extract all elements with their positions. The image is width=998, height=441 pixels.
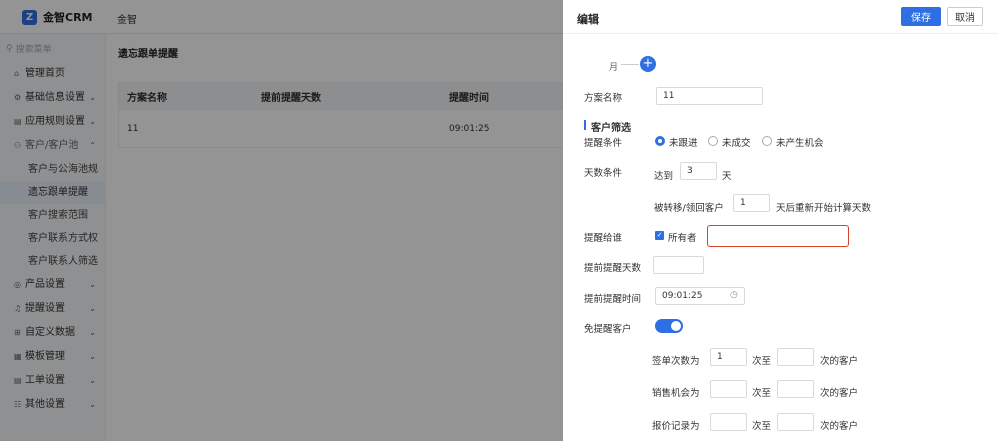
radio-label: 未成交 <box>722 138 751 149</box>
condition-label: 提醒条件 <box>584 138 623 149</box>
cancel-button[interactable]: 取消 <box>947 7 983 26</box>
exempt-row-suffix: 次的客户 <box>820 356 859 367</box>
sign-count-to-input[interactable] <box>777 348 814 366</box>
exempt-row-prefix: 销售机会为 <box>652 388 700 399</box>
opportunity-from-input[interactable] <box>710 380 747 398</box>
remind-time-value: 09:01:25 <box>662 291 703 301</box>
owner-checkbox-label: 所有者 <box>668 233 697 244</box>
recipient-select-error[interactable] <box>707 225 849 247</box>
transfer-days-input[interactable]: 1 <box>733 194 770 212</box>
add-step-icon[interactable]: + <box>640 56 656 72</box>
remind-who-label: 提醒给谁 <box>584 233 623 244</box>
section-title: 客户筛选 <box>591 123 631 134</box>
step-label: 月 <box>609 63 619 73</box>
days-input[interactable]: 3 <box>680 162 717 180</box>
exempt-row-mid: 次至 <box>752 421 772 432</box>
transfer-prefix: 被转移/领回客户 <box>654 203 724 214</box>
save-button[interactable]: 保存 <box>901 7 941 26</box>
exempt-label: 免提醒客户 <box>584 324 632 335</box>
plan-name-input[interactable]: 11 <box>656 87 763 105</box>
radio-label: 未跟进 <box>669 138 698 149</box>
advance-days-input[interactable] <box>653 256 704 274</box>
days-unit: 天 <box>722 171 732 182</box>
clock-icon: ◷ <box>730 290 738 300</box>
exempt-row-suffix: 次的客户 <box>820 388 859 399</box>
drawer-header: 编辑 保存 取消 <box>563 0 998 34</box>
exempt-row-suffix: 次的客户 <box>820 421 859 432</box>
exempt-toggle[interactable] <box>655 319 683 333</box>
exempt-row-mid: 次至 <box>752 356 772 367</box>
days-condition-label: 天数条件 <box>584 168 623 179</box>
exempt-row-prefix: 签单次数为 <box>652 356 700 367</box>
plan-name-label: 方案名称 <box>584 93 623 104</box>
step-connector <box>621 64 639 65</box>
radio-no-opportunity[interactable] <box>762 136 772 146</box>
toggle-knob <box>671 321 681 331</box>
radio-not-followed[interactable] <box>655 136 665 146</box>
sign-count-from-input[interactable]: 1 <box>710 348 747 366</box>
exempt-row-prefix: 报价记录为 <box>652 421 700 432</box>
radio-not-closed[interactable] <box>708 136 718 146</box>
quote-to-input[interactable] <box>777 413 814 431</box>
section-marker <box>584 120 586 130</box>
opportunity-to-input[interactable] <box>777 380 814 398</box>
quote-from-input[interactable] <box>710 413 747 431</box>
radio-label: 未产生机会 <box>776 138 824 149</box>
owner-checkbox[interactable]: ✓ <box>655 231 664 240</box>
transfer-suffix: 天后重新开始计算天数 <box>776 203 872 214</box>
exempt-row-mid: 次至 <box>752 388 772 399</box>
days-prefix: 达到 <box>654 171 674 182</box>
remind-time-label: 提前提醒时间 <box>584 294 642 305</box>
edit-drawer: 编辑 保存 取消 月 + 方案名称 11 客户筛选 提醒条件 未跟进 未成交 未… <box>563 0 998 441</box>
app-root: Z 金智CRM 金智 ⚲ 搜索菜单 ⌂ 管理首页 ⚙ 基础信息设置 ⌄ ▤ 应用规则设置… <box>0 0 998 441</box>
advance-days-label: 提前提醒天数 <box>584 263 642 274</box>
drawer-title: 编辑 <box>577 13 599 26</box>
